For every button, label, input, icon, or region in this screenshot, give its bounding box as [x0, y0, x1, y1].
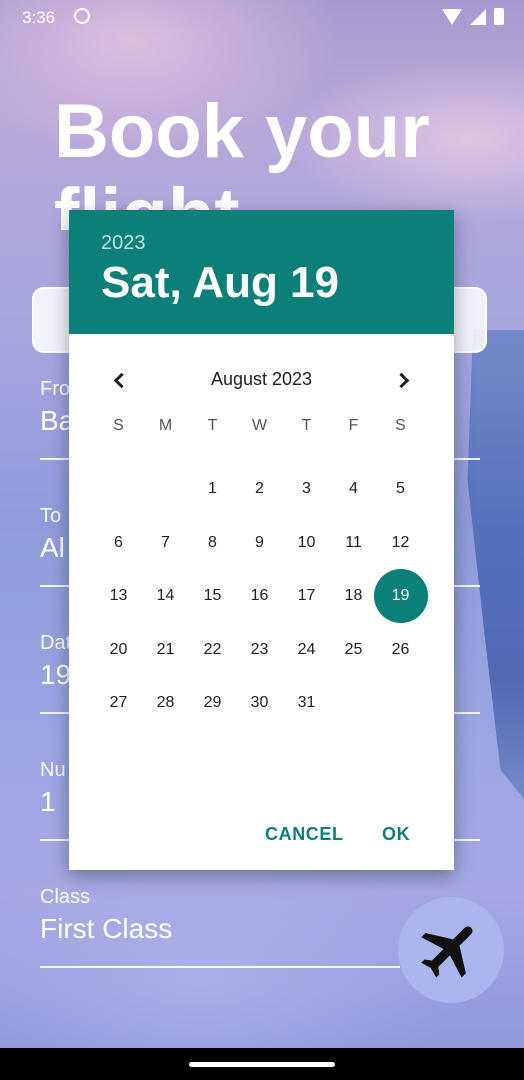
day-number: 8: [208, 533, 217, 551]
calendar-day[interactable]: 28: [142, 676, 189, 730]
empty-day-cell: [95, 462, 142, 516]
calendar-day[interactable]: 11: [330, 516, 377, 570]
day-number: 20: [109, 640, 128, 658]
day-number: 27: [109, 694, 128, 711]
selected-day[interactable]: 19: [373, 568, 428, 623]
empty-day-cell: [377, 676, 424, 730]
day-number: 12: [391, 533, 410, 551]
day-number: 18: [344, 587, 363, 604]
day-number: 31: [297, 694, 316, 711]
calendar-day[interactable]: 8: [189, 516, 236, 570]
calendar-day[interactable]: 25: [330, 623, 377, 677]
calendar-day[interactable]: 18: [330, 569, 377, 623]
calendar-day[interactable]: 7: [142, 516, 189, 570]
calendar-day[interactable]: 22: [189, 623, 236, 677]
calendar-day[interactable]: 2: [236, 462, 283, 516]
weekday-label: M: [158, 417, 173, 434]
next-month-button[interactable]: [389, 366, 417, 394]
day-number: 5: [396, 480, 405, 497]
weekday-label: W: [251, 417, 268, 434]
day-number: 17: [297, 587, 316, 604]
weekday-label: T: [301, 417, 312, 434]
calendar-day[interactable]: 17: [283, 569, 330, 623]
day-number: 14: [156, 587, 175, 604]
calendar-day[interactable]: 6: [95, 516, 142, 570]
day-number: 21: [156, 640, 175, 658]
day-number: 13: [109, 587, 128, 604]
day-number: 29: [203, 694, 222, 711]
calendar-day[interactable]: 31: [283, 676, 330, 730]
day-number: 26: [391, 640, 410, 658]
weekday-label: F: [348, 417, 359, 434]
selected-date-label: Sat, Aug 19: [101, 258, 339, 307]
calendar-day[interactable]: 30: [236, 676, 283, 730]
empty-day-cell: [330, 676, 377, 730]
calendar-day[interactable]: 1: [189, 462, 236, 516]
calendar-grid: SMTWTFS 1 2 3 4 5 6 7 8 9 10 11 12 13 14 15 16 17 18 19 20 2…: [95, 414, 428, 730]
date-picker-dialog: 2023 Sat, Aug 19 August 2023 SMTWTFS 123…: [69, 210, 454, 870]
date-picker-header: 2023 Sat, Aug 19: [69, 210, 454, 334]
calendar-week-row: 13 14 15 16 17 18 19: [95, 568, 428, 623]
day-number: 9: [255, 533, 264, 551]
year-label[interactable]: 2023: [101, 232, 146, 255]
ok-button[interactable]: OK: [382, 824, 410, 845]
day-number: 10: [297, 533, 316, 551]
calendar-day[interactable]: 24: [283, 623, 330, 677]
day-number: 11: [345, 533, 362, 551]
calendar-week-row: 1 2 3 4 5: [95, 462, 425, 516]
day-number: 16: [250, 587, 269, 604]
chevron-right-icon: [393, 372, 409, 388]
empty-day-cell: [142, 462, 189, 516]
day-number: 23: [250, 640, 269, 658]
calendar-day[interactable]: 9: [236, 516, 283, 570]
month-navigation: August 2023: [69, 360, 454, 400]
calendar-days: 1 2 3 4 5 6 7 8 9 10 11 12 13 14 15 16 17 18 19 20 21 22 23 24 2…: [95, 462, 428, 730]
day-number: 7: [161, 533, 170, 551]
calendar-day[interactable]: 23: [236, 623, 283, 677]
calendar-day[interactable]: 10: [283, 516, 330, 570]
day-number: 28: [156, 694, 175, 711]
dialog-actions: CANCEL OK: [69, 816, 454, 856]
calendar-day[interactable]: 3: [283, 462, 330, 516]
calendar-day[interactable]: 21: [142, 623, 189, 677]
calendar-week-row: 27 28 29 30 31: [95, 676, 425, 730]
day-number: 19: [391, 587, 410, 604]
home-handle[interactable]: [189, 1062, 335, 1067]
calendar-week-row: 6 7 8 9 10 11 12: [95, 516, 425, 570]
weekday-label: S: [113, 417, 124, 434]
navigation-bar: [0, 1048, 524, 1080]
calendar-day[interactable]: 4: [330, 462, 377, 516]
day-number: 3: [302, 480, 311, 497]
calendar-day[interactable]: 26: [377, 623, 424, 677]
calendar-day[interactable]: 20: [95, 623, 142, 677]
calendar-week-row: 20 21 22 23 24 25 26: [95, 623, 425, 677]
weekday-label: T: [207, 417, 218, 434]
calendar-day[interactable]: 13: [95, 569, 142, 623]
calendar-day[interactable]: 15: [189, 569, 236, 623]
day-number: 22: [203, 640, 222, 658]
calendar-day[interactable]: 12: [377, 516, 424, 570]
weekday-header: SMTWTFS: [95, 414, 425, 438]
day-number: 30: [250, 694, 269, 711]
calendar-day[interactable]: 5: [377, 462, 424, 516]
day-number: 25: [344, 640, 363, 658]
day-number: 15: [203, 587, 222, 604]
calendar-day[interactable]: 27: [95, 676, 142, 730]
day-number: 1: [208, 480, 217, 497]
day-number: 6: [114, 533, 123, 551]
cancel-button[interactable]: CANCEL: [265, 824, 344, 845]
calendar-day[interactable]: 14: [142, 569, 189, 623]
weekday-label: S: [395, 417, 406, 434]
calendar-day[interactable]: 29: [189, 676, 236, 730]
day-number: 2: [255, 480, 264, 497]
calendar-day[interactable]: 16: [236, 569, 283, 623]
day-number: 4: [349, 480, 358, 497]
day-number: 24: [297, 640, 316, 658]
